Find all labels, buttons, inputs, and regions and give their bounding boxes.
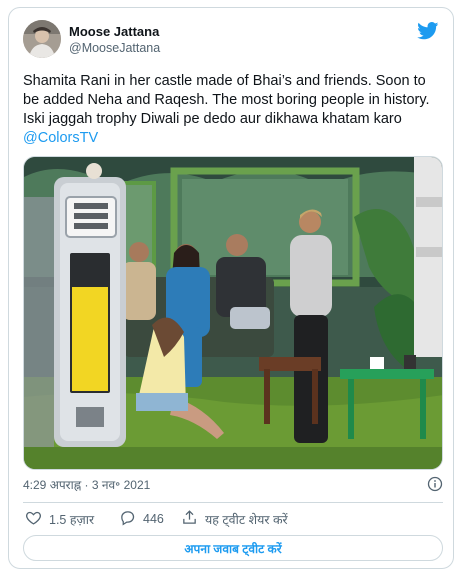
tweet-meta: 4:29 अपराह्न · 3 नव॰ 2021 [23,476,443,494]
share-button[interactable]: यह ट्वीट शेयर करें [181,509,288,529]
twitter-bird-icon[interactable] [417,22,439,40]
author-handle[interactable]: @MooseJattana [69,40,160,56]
heart-icon [25,509,42,529]
divider [23,502,443,503]
tweet-actions: 1.5 हज़ार 446 यह ट्वीट शेयर करें [23,509,443,529]
avatar[interactable] [23,20,61,58]
tweet-body: Shamita Rani in her castle made of Bhai’… [23,73,430,127]
tweet-photo[interactable] [23,156,443,470]
tweet-your-reply-button[interactable]: अपना जवाब ट्वीट करें [23,535,443,561]
author-display-name[interactable]: Moose Jattana [69,24,160,40]
like-button[interactable]: 1.5 हज़ार [25,509,94,529]
like-count: 1.5 हज़ार [49,512,95,527]
reply-count-button[interactable]: 446 [119,509,164,529]
author-info: Moose Jattana @MooseJattana [69,24,160,56]
share-icon [181,509,198,529]
info-icon[interactable] [427,476,443,492]
reply-count: 446 [143,512,164,526]
comment-icon [119,509,136,529]
mention-link[interactable]: @ColorsTV [23,130,98,146]
tweet-card: Moose Jattana @MooseJattana Shamita Rani… [8,7,454,569]
tweet-timestamp[interactable]: 4:29 अपराह्न · 3 नव॰ 2021 [23,478,150,492]
share-label: यह ट्वीट शेयर करें [205,512,288,527]
tweet-text: Shamita Rani in her castle made of Bhai’… [23,72,443,148]
